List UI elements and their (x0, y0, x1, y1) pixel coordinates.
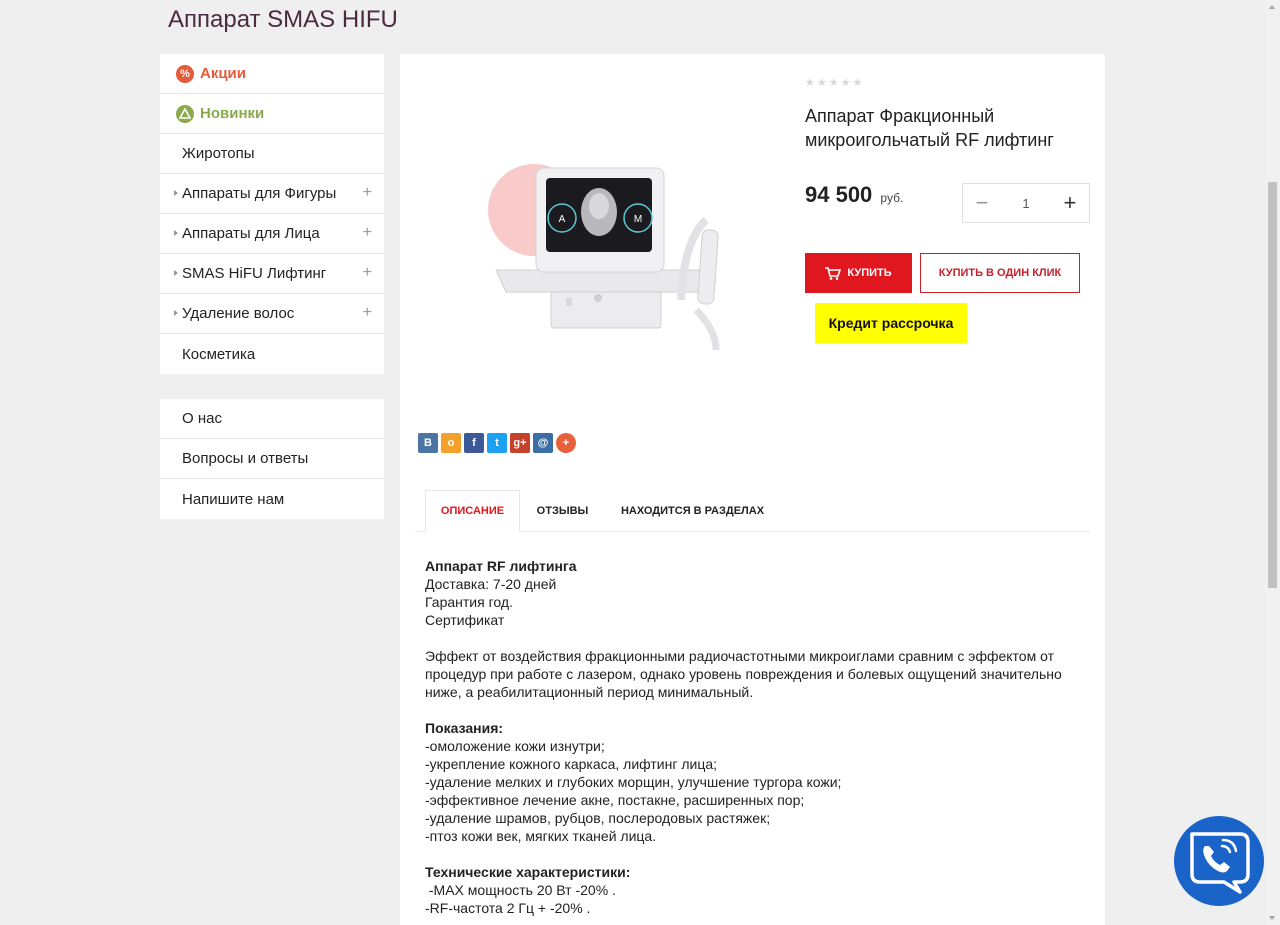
social-share-bar: Во f t g+ @ + (418, 433, 576, 453)
catalog-menu: % Акции Новинки Жиротопы Аппараты для Фи… (160, 54, 384, 374)
share-odnoklassniki-icon[interactable]: о (441, 433, 461, 453)
expand-plus-icon[interactable]: + (363, 304, 372, 322)
product-description: Аппарат RF лифтинга Доставка: 7-20 дней … (425, 557, 1085, 917)
price-currency: руб. (880, 191, 904, 205)
indication-item: -птоз кожи век, мягких тканей лица. (425, 828, 657, 844)
info-item-faq[interactable]: Вопросы и ответы (160, 439, 384, 479)
indication-item: -укрепление кожного каркаса, лифтинг лиц… (425, 756, 718, 772)
spec-item: -RF-частота 2 Гц + -20% . (425, 900, 591, 916)
quantity-decrease-button[interactable]: − (963, 184, 1001, 222)
product-price: 94 500 руб. (805, 182, 903, 208)
sidebar-item-face-devices[interactable]: Аппараты для Лица + (160, 214, 384, 254)
quantity-value[interactable]: 1 (1022, 196, 1029, 211)
product-name: Аппарат Фракционный микроигольчатый RF л… (805, 106, 1054, 150)
description-heading: Аппарат RF лифтинга (425, 558, 577, 574)
indication-item: -удаление шрамов, рубцов, послеродовых р… (425, 810, 771, 826)
sidebar-item-zhirotopy[interactable]: Жиротопы (160, 134, 384, 174)
tab-description[interactable]: Описание (425, 490, 520, 532)
quantity-increase-button[interactable]: + (1051, 184, 1089, 222)
callback-widget-button[interactable] (1174, 816, 1264, 906)
indication-item: -эффективное лечение акне, постакне, рас… (425, 792, 805, 808)
specs-title: Технические характеристики: (425, 864, 631, 880)
sidebar-item-label: Аппараты для Фигуры (182, 185, 337, 202)
price-value: 94 500 (805, 182, 873, 207)
indication-item: -омоложение кожи изнутри; (425, 738, 605, 754)
effect-text: Эффект от воздействия фракционными радио… (425, 648, 1062, 700)
share-twitter-icon[interactable]: t (487, 433, 507, 453)
new-badge-icon (176, 104, 194, 123)
sidebar-item-label: Акции (200, 65, 247, 82)
page-scrollbar[interactable] (1265, 0, 1280, 925)
star-icon[interactable]: ★ (805, 78, 815, 89)
info-item-about[interactable]: О нас (160, 399, 384, 439)
quantity-stepper: − 1 + (962, 183, 1090, 223)
star-icon[interactable]: ★ (817, 78, 827, 89)
caret-right-icon (174, 310, 178, 316)
caret-right-icon (174, 270, 178, 276)
scroll-up-icon[interactable] (1269, 5, 1275, 9)
percent-badge-icon: % (176, 64, 194, 83)
product-tabs: Описание Отзывы Находится в разделах (415, 490, 1090, 532)
sidebar-item-label: Косметика (182, 345, 256, 363)
spec-item: -MAX мощность 20 Вт -20% . (425, 882, 616, 898)
warranty-text: Гарантия год. (425, 594, 513, 610)
sidebar-item-smas-hifu[interactable]: SMAS HiFU Лифтинг + (160, 254, 384, 294)
credit-installment-button[interactable]: Кредит рассрочка (815, 303, 967, 343)
buy-one-click-button[interactable]: Купить в один клик (920, 253, 1080, 293)
sidebar-item-promo[interactable]: % Акции (160, 54, 384, 94)
sidebar-item-body-devices[interactable]: Аппараты для Фигуры + (160, 174, 384, 214)
info-item-contact[interactable]: Напишите нам (160, 479, 384, 519)
sidebar-item-hair-removal[interactable]: Удаление волос + (160, 294, 384, 334)
buy-button-label: Купить (847, 267, 892, 279)
indications-title: Показания: (425, 720, 504, 736)
star-icon[interactable]: ★ (841, 78, 851, 89)
tab-sections[interactable]: Находится в разделах (610, 490, 775, 531)
scrollbar-thumb[interactable] (1268, 182, 1277, 588)
scroll-down-icon[interactable] (1269, 916, 1275, 920)
indications-list: -омоложение кожи изнутри; -укрепление кож… (425, 737, 1085, 845)
sidebar-item-label: Новинки (200, 105, 265, 122)
info-menu: О нас Вопросы и ответы Напишите нам (160, 399, 384, 519)
rating-stars[interactable]: ★ ★ ★ ★ ★ (805, 78, 862, 89)
product-panel: A M ★ ★ ★ ★ ★ Аппарат Фракционный микроиголь… (400, 54, 1105, 925)
star-icon[interactable]: ★ (853, 78, 863, 89)
product-image[interactable]: A M (416, 70, 776, 351)
sidebar-item-label: Удаление волос (182, 305, 295, 322)
delivery-text: Доставка: 7-20 дней (425, 576, 557, 592)
share-mailru-icon[interactable]: @ (533, 433, 553, 453)
sidebar-item-label: SMAS HiFU Лифтинг (182, 265, 327, 282)
indication-item: -удаление мелких и глубоких морщин, улуч… (425, 774, 842, 790)
share-vk-icon[interactable]: В (418, 433, 438, 453)
expand-plus-icon[interactable]: + (363, 184, 372, 202)
specs-list: -MAX мощность 20 Вт -20% . -RF-частота 2 … (425, 881, 1085, 917)
caret-right-icon (174, 190, 178, 196)
certificate-text: Сертификат (425, 612, 505, 628)
sidebar-item-new[interactable]: Новинки (160, 94, 384, 134)
share-googleplus-icon[interactable]: g+ (510, 433, 530, 453)
svg-text:M: M (634, 214, 642, 225)
expand-plus-icon[interactable]: + (363, 264, 372, 282)
tab-reviews[interactable]: Отзывы (525, 490, 600, 531)
expand-plus-icon[interactable]: + (363, 224, 372, 242)
sidebar-item-label: Аппараты для Лица (182, 225, 320, 242)
cart-icon (825, 266, 842, 280)
buy-button[interactable]: Купить (805, 253, 912, 293)
phone-call-icon (1190, 832, 1250, 894)
sidebar-item-label: Жиротопы (182, 145, 255, 162)
caret-right-icon (174, 230, 178, 236)
svg-text:A: A (559, 214, 566, 225)
share-facebook-icon[interactable]: f (464, 433, 484, 453)
sidebar-item-cosmetics[interactable]: Косметика (160, 334, 384, 374)
share-more-icon[interactable]: + (556, 433, 576, 453)
page-title: Аппарат SMAS HIFU (168, 6, 398, 33)
star-icon[interactable]: ★ (829, 78, 839, 89)
